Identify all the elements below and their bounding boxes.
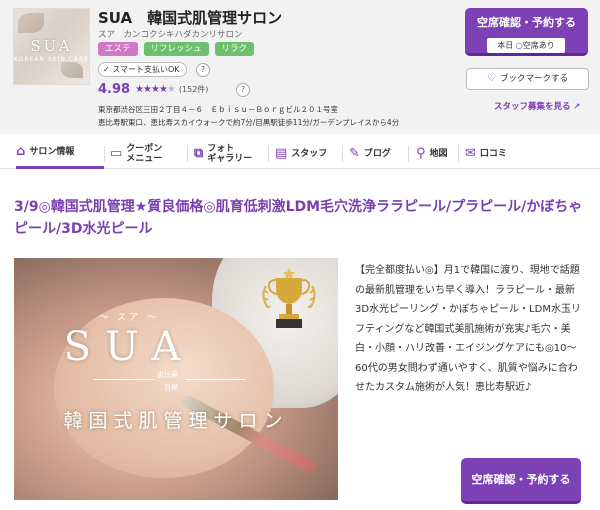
rating-help-icon[interactable]: ? [236, 83, 250, 97]
tab-label-bottom: ギャラリー [207, 153, 253, 164]
reserve-button-top[interactable]: 空席確認・予約する 本日 ○空席あり [465, 8, 588, 56]
map-pin-icon: ⚲ [416, 145, 426, 161]
reserve-button-label: 空席確認・予約する [477, 16, 576, 29]
rating-score: 4.98 [98, 82, 131, 97]
salon-name: SUA 韓国式肌管理サロン [98, 9, 283, 27]
tab-label: 口コミ [479, 148, 507, 159]
external-link-icon: ↗ [573, 102, 581, 111]
salon-header: SUA KOREAN SKIN CARE SUA 韓国式肌管理サロン スア カン… [0, 0, 600, 134]
house-icon: ⌂ [16, 144, 26, 159]
salon-address: 東京都渋谷区三田２丁目４－６ Ｅｂｉｓｕ－Ｂｏｒｇビル２０１号室 [98, 105, 338, 114]
genre-tags: エステ リフレッシュ リラク [98, 42, 255, 56]
check-icon: ✓ [103, 65, 110, 74]
divider-line [186, 379, 246, 380]
staff-card-icon: ▤ [275, 145, 288, 161]
salon-description: 【完全都度払い◎】月1で韓国に渡り、現地で話題の最新肌管理をいち早く導入！ララピ… [355, 265, 581, 393]
tab-label-top: フォト [207, 143, 235, 154]
logo-text: SUA [30, 37, 73, 55]
reserve-button-bottom[interactable]: 空席確認・予約する [461, 458, 581, 504]
photo-location-1: 恵比寿 [157, 371, 178, 379]
availability-mark: ○ [515, 41, 523, 50]
bookmark-button[interactable]: ♡ ブックマークする [466, 68, 589, 90]
tab-photo-gallery[interactable]: ⧉ フォト ギャラリー [194, 138, 252, 169]
smart-pay-badge: ✓ スマート支払いOK [98, 62, 187, 77]
tab-divider [104, 146, 105, 162]
divider-line [94, 379, 154, 380]
salon-logo[interactable]: SUA KOREAN SKIN CARE [13, 8, 90, 85]
half-star: ★ [166, 84, 176, 95]
tab-divider [342, 146, 343, 162]
tab-divider [187, 146, 188, 162]
ticket-icon: ▭ [110, 145, 123, 161]
speech-bubble-icon: ✉ [465, 145, 476, 161]
salon-catch-headline: 3/9◎韓国式肌管理★質良価格◎肌育低刺激LDM毛穴洗浄ララピール/プラピール/… [14, 199, 583, 237]
photo-catch-text: 韓国式肌管理サロン [63, 410, 289, 432]
tab-reviews[interactable]: ✉ 口コミ [465, 138, 507, 169]
tab-divider [458, 146, 459, 162]
tab-label: 地図 [429, 148, 448, 159]
tab-map[interactable]: ⚲ 地図 [416, 138, 448, 169]
photo-icon: ⧉ [194, 145, 204, 161]
trophy-icon [262, 268, 316, 328]
tab-label: スタッフ [291, 148, 328, 159]
tab-divider [268, 146, 269, 162]
salon-access: 恵比寿駅東口、恵比寿スカイウォークで約7分/目黒駅徒歩11分/ガーデンプレイスか… [98, 118, 400, 127]
heart-icon: ♡ [487, 73, 496, 84]
photo-brand-text: SUA [63, 324, 195, 370]
availability-status: 空席あり [522, 41, 555, 50]
tab-coupon-menu[interactable]: ▭ クーポン メニュー [110, 138, 162, 169]
smart-pay-help-icon[interactable]: ? [196, 63, 210, 77]
salon-nav-tabs: ⌂ サロン情報 ▭ クーポン メニュー ⧉ フォト ギャラリー ▤ スタッフ ✎ ブ… [0, 138, 600, 169]
review-count: (152件) [178, 85, 209, 94]
salon-main-photo[interactable]: ～ スア ～ SUA 恵比寿 目黒 韓国式肌管理サロン [14, 258, 338, 500]
tab-staff[interactable]: ▤ スタッフ [275, 138, 327, 169]
genre-tag-esthe: エステ [98, 42, 138, 56]
genre-tag-relax: リラク [214, 42, 255, 56]
leaf-decoration-icon [61, 62, 83, 78]
photo-location-2: 目黒 [164, 384, 178, 392]
staff-recruit-label: スタッフ募集を見る [494, 102, 571, 112]
tab-blog[interactable]: ✎ ブログ [349, 138, 391, 169]
tab-label: ブログ [363, 148, 391, 159]
tab-salon-info[interactable]: ⌂ サロン情報 [16, 138, 104, 169]
pencil-icon: ✎ [349, 145, 360, 161]
availability-badge: 本日 ○空席あり [487, 38, 565, 53]
tab-label-bottom: メニュー [126, 153, 163, 164]
rating-stars-icon: ★★★★★ [135, 84, 176, 95]
logo-subtext: KOREAN SKIN CARE [14, 56, 89, 63]
genre-tag-refresh: リフレッシュ [143, 42, 209, 56]
leaf-decoration-icon [18, 13, 44, 33]
tab-label: サロン情報 [29, 147, 75, 157]
full-stars: ★★★★ [135, 84, 168, 95]
photo-brand-kana: ～ スア ～ [99, 313, 159, 323]
tab-label-top: クーポン [126, 143, 163, 154]
staff-recruit-link[interactable]: スタッフ募集を見る ↗ [494, 100, 580, 112]
bookmark-label: ブックマークする [499, 74, 568, 84]
smart-pay-label: スマート支払いOK [112, 65, 180, 74]
tab-divider [408, 146, 409, 162]
availability-day: 本日 [497, 41, 514, 50]
rating[interactable]: 4.98 ★★★★★ (152件) [98, 82, 208, 97]
salon-kana: スア カンコクシキハダカンリサロン [98, 30, 243, 40]
